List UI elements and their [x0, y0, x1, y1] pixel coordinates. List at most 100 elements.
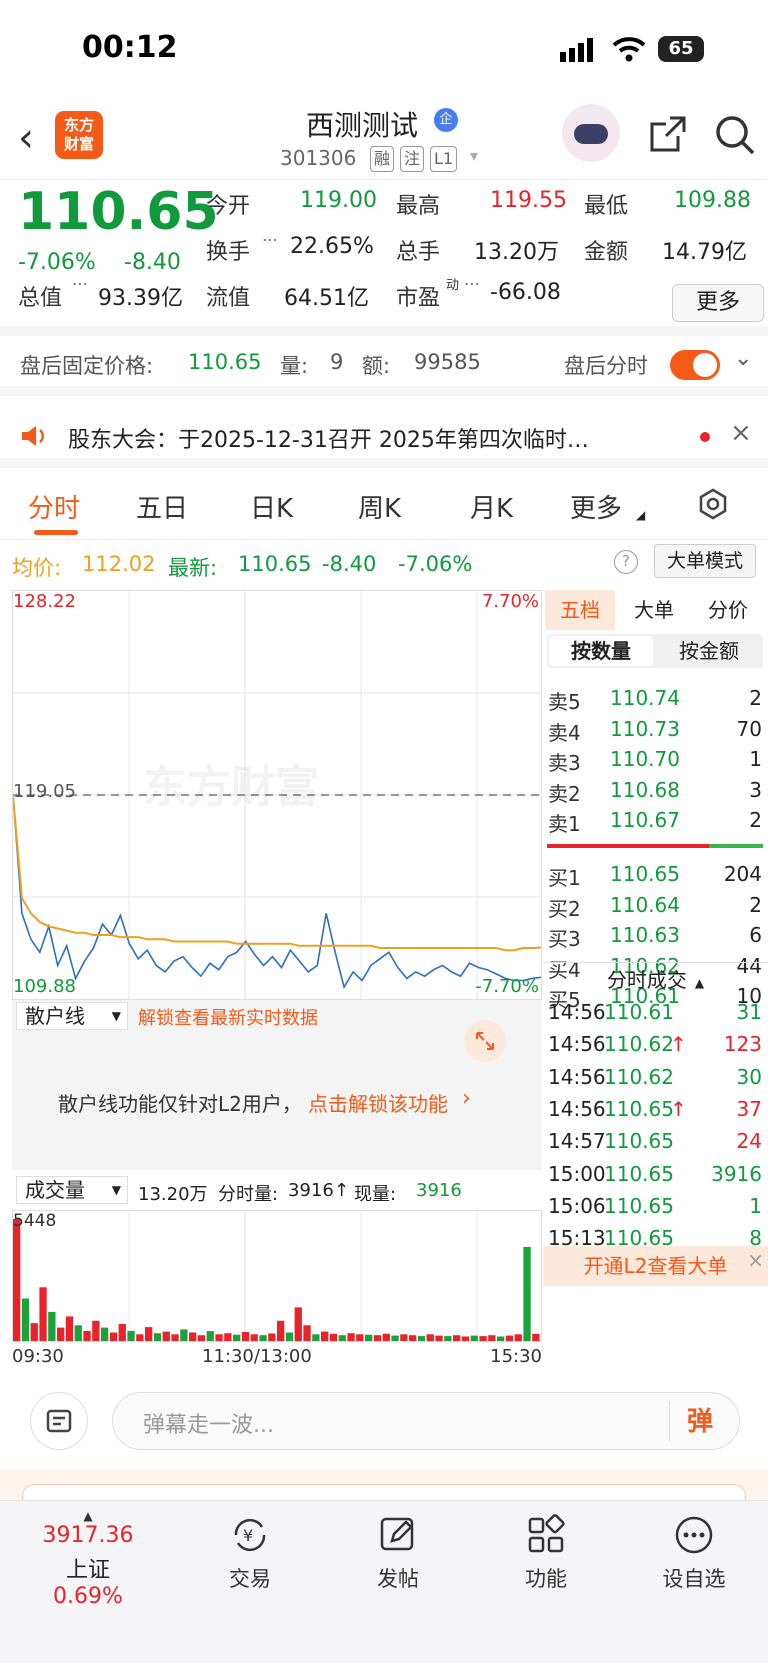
volume-dropdown-label: 成交量: [25, 1178, 85, 1202]
search-icon[interactable]: [714, 114, 756, 156]
trades-title: 分时成交: [606, 968, 687, 992]
unlock-realtime-link[interactable]: 解锁查看最新实时数据: [138, 1004, 318, 1030]
signal-icon: [560, 38, 593, 62]
tab-five-levels[interactable]: 五档: [545, 590, 615, 630]
volume-bar: [215, 1334, 223, 1341]
help-icon[interactable]: ?: [614, 550, 638, 574]
l2-upsell-text[interactable]: 开通L2查看大单: [584, 1254, 728, 1278]
stock-code: 301306: [280, 146, 357, 170]
danmaku-input[interactable]: 弹幕走一波... 弹: [112, 1392, 740, 1450]
volume-dropdown[interactable]: 成交量 ▼: [16, 1176, 128, 1204]
tab-more[interactable]: 更多: [570, 488, 622, 525]
tab-big-orders[interactable]: 大单: [619, 590, 689, 630]
danmaku-send-button[interactable]: 弹: [687, 1401, 713, 1438]
comment-bar: 弹幕走一波... 弹: [0, 1378, 768, 1470]
unlock-feature-link[interactable]: 点击解锁该功能: [308, 1088, 448, 1117]
big-order-mode-button[interactable]: 大单模式: [654, 544, 756, 578]
assistant-robot-icon[interactable]: [562, 104, 620, 162]
eastmoney-logo[interactable]: 东方 财富: [55, 111, 103, 159]
info-icon[interactable]: ⋯: [262, 230, 278, 249]
expand-icon[interactable]: [464, 1020, 506, 1062]
volume-bar: [435, 1335, 443, 1341]
close-icon[interactable]: ×: [730, 418, 752, 448]
ask-level-row[interactable]: 卖3 110.70 1: [548, 747, 766, 779]
pct-max-label: 7.70%: [481, 591, 539, 612]
share-icon[interactable]: [648, 114, 688, 154]
tab-week-k[interactable]: 周K: [358, 488, 401, 525]
trade-row: 14:56 110.65 ↑ 37: [548, 1097, 766, 1129]
volume-bar: [277, 1320, 285, 1341]
ask-level-price: 110.74: [610, 686, 680, 710]
volume-bar: [453, 1335, 461, 1341]
retail-line-dropdown[interactable]: 散户线 ▼: [16, 1002, 128, 1030]
volume-bar: [118, 1324, 126, 1341]
danmaku-settings-icon[interactable]: [30, 1392, 88, 1450]
nav-functions[interactable]: 功能: [496, 1513, 596, 1593]
bid-level-row[interactable]: 买3 110.63 6: [548, 923, 766, 955]
svg-text:¥: ¥: [243, 1526, 253, 1545]
volume-bar: [479, 1336, 487, 1341]
volume-bar: [532, 1333, 540, 1341]
volume-bar: [224, 1333, 232, 1341]
bid-level-price: 110.64: [610, 892, 680, 917]
by-quantity-button[interactable]: 按数量: [549, 636, 653, 666]
tab-day-k[interactable]: 日K: [250, 488, 293, 525]
index-name: 上证: [65, 1558, 110, 1583]
pe-dynamic-label: 动: [446, 278, 460, 293]
current-volume-label: 现量:: [354, 1184, 397, 1205]
bid-level-row[interactable]: 买2 110.64 2: [548, 893, 766, 925]
back-icon[interactable]: ‹: [18, 118, 34, 158]
volume-bar: [382, 1333, 390, 1341]
danmaku-placeholder: 弹幕走一波...: [143, 1413, 274, 1438]
tab-price-dist[interactable]: 分价: [693, 590, 763, 630]
ask-level-row[interactable]: 卖4 110.73 70: [548, 717, 766, 749]
notice-text[interactable]: 股东大会：于2025-12-31召开 2025年第四次临时…: [68, 422, 589, 454]
bid-level-row[interactable]: 买1 110.65 204: [548, 862, 766, 894]
float-label: 流值: [206, 286, 251, 311]
trade-price: 110.65: [604, 1129, 674, 1154]
after-hours-toggle[interactable]: [670, 350, 720, 380]
nav-post[interactable]: 发帖: [348, 1513, 448, 1593]
latest-value: 110.65: [238, 552, 312, 576]
volume-chart[interactable]: 5448: [12, 1210, 542, 1342]
volume-bar: [285, 1332, 294, 1341]
ask-level-row[interactable]: 卖1 110.67 2: [548, 808, 766, 840]
by-amount-button[interactable]: 按金额: [657, 636, 761, 666]
tab-month-k[interactable]: 月K: [470, 488, 513, 525]
tab-five-day[interactable]: 五日: [136, 488, 188, 525]
high-label: 最高: [396, 194, 441, 219]
trade-time: 14:56: [548, 1032, 606, 1057]
l2-only-message: 散户线功能仅针对L2用户，: [58, 1092, 302, 1116]
bid-level-volume: 2: [749, 892, 762, 917]
nav-add-watchlist[interactable]: 设自选: [644, 1513, 744, 1593]
ask-level-row[interactable]: 卖5 110.74 2: [548, 686, 766, 718]
amount-label: 金额: [584, 240, 629, 265]
trade-up-arrow-icon: ↑: [670, 1096, 687, 1121]
bid-level-price: 110.65: [610, 862, 680, 886]
chevron-down-icon[interactable]: ▾: [470, 146, 478, 165]
chevron-down-icon[interactable]: ⌄: [734, 346, 752, 371]
intraday-chart[interactable]: 128.22 7.70% 119.05 109.88 -7.70% 东方财富: [12, 590, 542, 1000]
trade-volume: 1: [749, 1193, 762, 1218]
index-ticker[interactable]: ▲ 3917.36 上证 0.69%: [28, 1509, 148, 1609]
ask-level-row[interactable]: 卖2 110.68 3: [548, 778, 766, 810]
more-button[interactable]: 更多: [672, 284, 764, 322]
nav-trade[interactable]: ¥ 交易: [200, 1513, 300, 1593]
tab-intraday[interactable]: 分时: [28, 488, 80, 525]
stock-name[interactable]: 西测测试: [306, 104, 418, 144]
info-icon[interactable]: ⋯: [72, 274, 88, 293]
chart-tabs: 分时 五日 日K 周K 月K 更多 ◢: [0, 470, 768, 540]
after-hours-vol: 9: [330, 350, 344, 374]
volume-bar: [30, 1323, 38, 1341]
trades-header[interactable]: 分时成交 ▲: [543, 962, 768, 998]
l2-upsell-banner[interactable]: 开通L2查看大单 ×: [543, 1246, 768, 1286]
info-icon[interactable]: ⋯: [464, 274, 480, 293]
notice-bar[interactable]: 股东大会：于2025-12-31召开 2025年第四次临时… ×: [0, 404, 768, 468]
volume-bar: [303, 1325, 311, 1341]
gear-icon[interactable]: [696, 488, 730, 522]
caret-icon: ◢: [636, 508, 646, 522]
volume-bar: [259, 1335, 267, 1341]
close-icon[interactable]: ×: [747, 1240, 764, 1280]
retail-line-panel: 散户线 ▼ 解锁查看最新实时数据 散户线功能仅针对L2用户， 点击解锁该功能 ›: [12, 1000, 542, 1170]
volume-bar: [171, 1334, 179, 1341]
